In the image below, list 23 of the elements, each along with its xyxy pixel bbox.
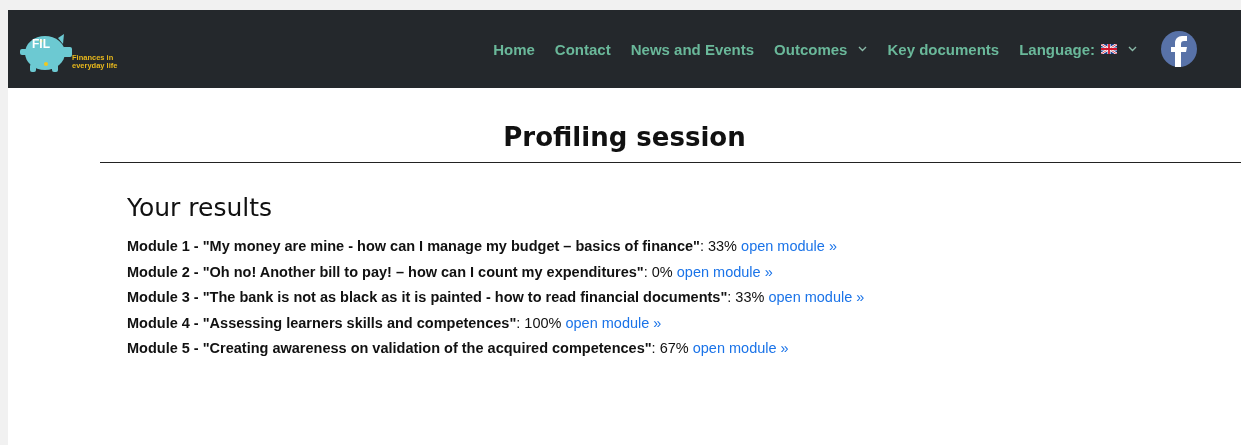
open-module-link[interactable]: open module » xyxy=(565,314,662,331)
chevron-down-icon xyxy=(858,46,868,52)
open-module-link[interactable]: open module » xyxy=(768,289,865,305)
nav-link[interactable]: Contact xyxy=(554,40,611,58)
nav-link[interactable]: Key documents xyxy=(887,40,1000,58)
flag-icon xyxy=(1101,44,1117,54)
nav-link[interactable]: Language: xyxy=(1019,40,1137,58)
open-module-link[interactable]: open module » xyxy=(692,340,789,356)
module-result: Module 3 - "The bank is not as black as it is painted - how to read financial documents": 33% open module » xyxy=(127,288,866,307)
nav-link[interactable]: News and Events xyxy=(630,40,755,58)
page-title: Profiling session xyxy=(502,121,747,152)
module-result: Module 1 - "My money are mine - how can I manage my budget – basics of finance": 33% open module » xyxy=(127,237,838,256)
nav-link[interactable]: Home xyxy=(493,40,535,58)
chevron-down-icon xyxy=(1128,46,1137,52)
logo-badge-text: FIL xyxy=(32,37,50,51)
open-module-link[interactable]: open module » xyxy=(741,238,837,254)
module-result: Module 4 - "Assessing learners skills and competences": 100% open module » xyxy=(127,313,663,333)
open-module-link[interactable]: open module » xyxy=(676,263,773,280)
module-result: Module 2 - "Oh no! Another bill to pay! – how can I count my expenditures": 0% open module » xyxy=(127,262,774,282)
results-heading: Your results xyxy=(127,193,274,222)
module-result: Module 5 - "Creating awareness on validation of the acquired competences": 67% open module » xyxy=(127,339,790,358)
nav-link[interactable]: Outcomes xyxy=(774,40,868,58)
facebook-icon[interactable] xyxy=(1161,31,1197,67)
